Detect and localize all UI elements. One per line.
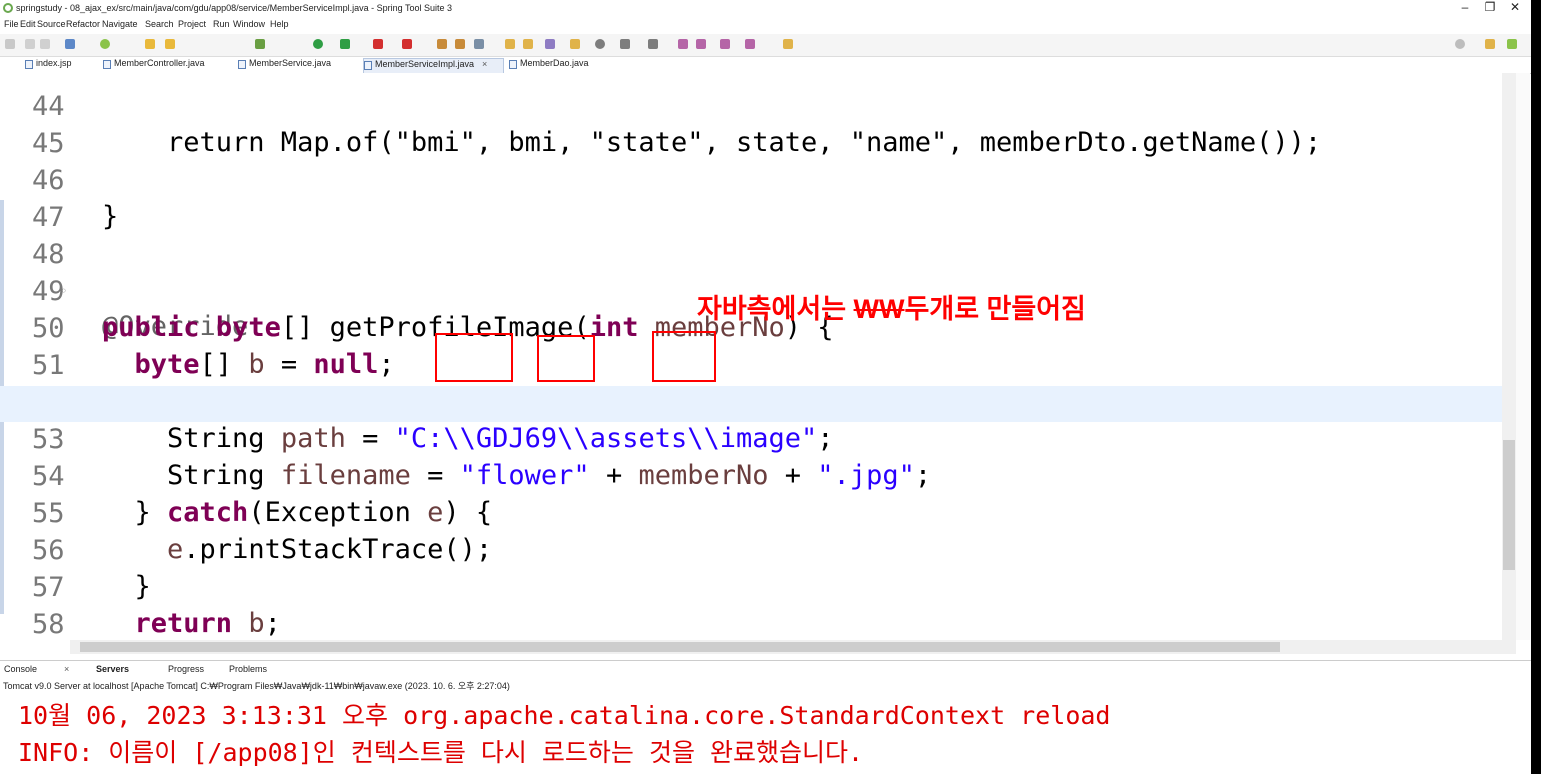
console-tab-bar: Console × Servers Progress Problems [0,660,1541,677]
menu-project[interactable]: Project [178,19,206,29]
console-icon[interactable] [65,39,75,49]
next-annotation-icon[interactable] [620,39,630,49]
pen-icon[interactable] [165,39,175,49]
open-resource-icon[interactable] [523,39,533,49]
annotation-text: 두개로 만들어짐 [904,294,1086,324]
code-editor[interactable]: 44 return Map.of("bmi", bmi, "state", st… [0,73,1530,640]
back-icon[interactable] [696,39,706,49]
code-line-46: 46 } [0,127,1502,232]
tab-member-service-impl-label: MemberServiceImpl.java [375,59,475,69]
menu-edit[interactable]: Edit [20,19,36,29]
toolbar [0,34,1541,57]
code-line-48: 48 ◦ @Override [0,201,1502,342]
search-toolbar-icon[interactable] [595,39,605,49]
title-bar: springstudy - 08_ajax_ex/src/main/java/c… [0,0,1541,17]
tab-close-icon[interactable]: × [64,664,69,674]
close-button[interactable]: ✕ [1500,0,1530,17]
code-line-52: 52 String path = "C:\\GDJ69\\assets\\ima… [0,349,1502,454]
code-line-54: 54 } catch(Exception e) { [0,423,1502,528]
menu-window[interactable]: Window [233,19,265,29]
code-line-47: 47 [0,164,1502,233]
run-icon[interactable] [313,39,323,49]
debug-run-icon[interactable] [255,39,265,49]
editor-vertical-scrollbar[interactable] [1502,73,1516,640]
tab-member-service-impl[interactable]: MemberServiceImpl.java × [363,58,504,73]
pin-icon[interactable] [783,39,793,49]
annotation-note: 자바측에서는 WW두개로 만들어짐 [697,287,1086,326]
tab-index-jsp[interactable]: index.jsp [25,58,72,72]
tab-servers[interactable]: Servers [96,664,129,674]
mark-icon[interactable] [545,39,555,49]
code-line-58: 58 } [0,571,1502,640]
code-line-56: 56 } [0,497,1502,602]
console-output[interactable]: 10월 06, 2023 3:13:31 오후 org.apache.catal… [0,691,1520,774]
code-line-53: 53 String filename = "flower" + memberNo… [0,386,1502,491]
code-line-55: 55 e.printStackTrace(); [0,460,1502,565]
tab-problems[interactable]: Problems [229,664,267,674]
tab-close-icon[interactable]: × [482,59,487,69]
open-folder-icon[interactable] [505,39,515,49]
editor-horizontal-scrollbar[interactable] [70,640,1516,654]
search-icon[interactable] [1455,39,1465,49]
menu-navigate[interactable]: Navigate [102,19,138,29]
new-icon[interactable] [5,39,15,49]
forward-icon[interactable] [720,39,730,49]
save-icon[interactable] [25,39,35,49]
screen-edge [1531,0,1541,774]
spring-icon[interactable] [100,39,110,49]
console-line: 10월 06, 2023 3:13:31 오후 org.apache.catal… [18,701,1111,730]
overview-ruler [1516,73,1530,640]
coverage-icon[interactable] [340,39,350,49]
code-line-57: 57 return b; [0,534,1502,639]
spring-perspective-icon[interactable] [1507,39,1517,49]
spring-tool-suite-icon [3,3,13,13]
new-class-icon[interactable] [455,39,465,49]
menu-help[interactable]: Help [270,19,289,29]
code-line-45: 45 [0,90,1502,159]
save-all-icon[interactable] [40,39,50,49]
window-title: springstudy - 08_ajax_ex/src/main/java/c… [16,3,453,13]
task-icon[interactable] [570,39,580,49]
open-type-icon[interactable] [474,39,484,49]
tab-member-service[interactable]: MemberService.java [238,58,331,72]
highlight-box [652,331,716,382]
debug-icon[interactable] [145,39,155,49]
menu-file[interactable]: File [4,19,19,29]
code-line-49: 49 public byte[] getProfileImage(int mem… [0,238,1502,343]
console-line: INFO: 이름이 [/app08]인 컨텍스트를 다시 로드하는 것을 완료했… [18,738,864,767]
code-line-59: 59 [0,608,1502,640]
code-line-44: 44 return Map.of("bmi", bmi, "state", st… [0,73,1502,158]
last-edit-icon[interactable] [678,39,688,49]
tab-member-dao[interactable]: MemberDao.java [509,58,589,72]
prev-annotation-icon[interactable] [648,39,658,49]
scroll-thumb[interactable] [80,642,1280,652]
scroll-thumb[interactable] [1503,440,1515,570]
tab-console[interactable]: Console [4,664,37,674]
highlight-box [435,333,513,382]
new-package-icon[interactable] [437,39,447,49]
menu-refactor[interactable]: Refactor [66,19,100,29]
external-tools-icon[interactable] [402,39,412,49]
annotation-text: 자바측에서는 [697,294,854,324]
perspective-icon[interactable] [1485,39,1495,49]
editor-tab-bar: index.jsp MemberController.java MemberSe… [0,57,1541,74]
tab-member-controller[interactable]: MemberController.java [103,58,205,72]
menu-source[interactable]: Source [37,19,66,29]
menu-search[interactable]: Search [145,19,174,29]
history-icon[interactable] [745,39,755,49]
menu-run[interactable]: Run [213,19,230,29]
annotation-strike-text: WW [853,294,905,324]
menu-bar: File Edit Source Refactor Navigate Searc… [0,17,1541,33]
tab-progress[interactable]: Progress [168,664,204,674]
highlight-box [537,335,595,382]
stop-icon[interactable] [373,39,383,49]
